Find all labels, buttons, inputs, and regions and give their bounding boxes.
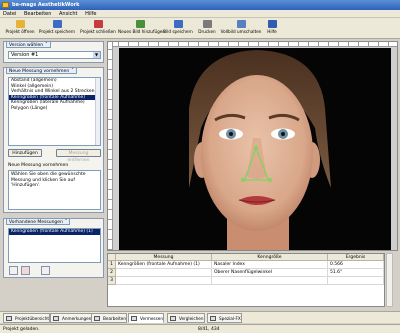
ruler-vertical xyxy=(108,42,113,250)
column-header-kenngroesse[interactable]: Kenngröße xyxy=(212,254,328,261)
menu-ansicht[interactable]: Ansicht xyxy=(56,10,80,18)
effects-icon xyxy=(210,316,216,321)
cursor-coordinates: 8/41, 434 xyxy=(198,327,220,332)
add-measurement-button[interactable]: Hinzufügen xyxy=(8,149,42,157)
list-item[interactable]: Verhältnis und Winkel aus 2 Strecken xyxy=(9,89,100,95)
collapse-icon: ˄ xyxy=(64,219,68,225)
measure-group-header[interactable]: Neue Messung vornehmen ˄ xyxy=(6,67,77,74)
face-photo[interactable] xyxy=(119,48,391,250)
window-titlebar: be-mags AesthetikWork xyxy=(0,0,400,10)
bottom-tabs: Projektübersicht Anmerkungen Bearbeiten … xyxy=(0,311,400,323)
version-group-header[interactable]: Version wählen ˄ xyxy=(6,41,51,48)
table-scrollbar[interactable] xyxy=(386,253,393,307)
new-measurement-group: Neue Messung vornehmen ˄ Abstand (allgeme… xyxy=(3,67,104,213)
help-icon xyxy=(267,20,277,28)
table-cell[interactable]: 0.566 xyxy=(328,261,384,269)
tab-anmerkungen[interactable]: Anmerkungen xyxy=(50,313,93,323)
scrollbar[interactable] xyxy=(95,78,100,145)
image-viewer[interactable] xyxy=(107,41,398,251)
table-corner xyxy=(108,254,116,261)
version-select[interactable]: Version #1 ▼ xyxy=(8,51,101,59)
save-image-icon xyxy=(173,20,183,28)
app-icon xyxy=(2,2,9,8)
help-text-box: Wählen Sie oben die gewünschte Messung u… xyxy=(8,170,101,210)
existing-measurements-list[interactable]: Kenngrößen (frontale Aufnahme) (1) xyxy=(8,228,101,263)
copy-icon[interactable] xyxy=(41,266,50,275)
table-cell[interactable]: Kenngrößen (frontale Aufnahme) (1) xyxy=(116,261,212,269)
menu-hilfe[interactable]: Hilfe xyxy=(82,10,99,18)
chevron-down-icon: ▼ xyxy=(93,52,100,58)
menu-datei[interactable]: Datei xyxy=(0,10,19,18)
delete-icon[interactable] xyxy=(21,266,30,275)
table-cell[interactable] xyxy=(116,269,212,277)
table-cell[interactable] xyxy=(116,277,212,285)
add-image-icon xyxy=(135,20,145,28)
face-photo-drawing xyxy=(189,50,331,250)
list-item-selected[interactable]: Kenngrößen (frontale Aufnahme) (1) xyxy=(9,229,100,235)
left-panel: Version wählen ˄ Version #1 ▼ Neue Messun… xyxy=(3,41,104,311)
save-project-button[interactable]: Projekt speichern xyxy=(38,20,76,37)
fullscreen-icon xyxy=(236,20,246,28)
column-header-ergebnis[interactable]: Ergebnis xyxy=(328,254,384,261)
ruler-horizontal xyxy=(108,42,397,47)
menu-bearbeiten[interactable]: Bearbeiten xyxy=(21,10,54,18)
existing-group-header[interactable]: Vorhandene Messungen ˄ xyxy=(6,218,71,225)
status-bar: Projekt geladen. 8/41, 434 xyxy=(0,324,400,333)
menu-bar: Datei Bearbeiten Ansicht Hilfe xyxy=(0,10,400,18)
compare-icon xyxy=(170,316,176,321)
row-number: 3 xyxy=(108,277,116,285)
results-table: Messung Kenngröße Ergebnis 1 Kenngrößen … xyxy=(107,253,385,307)
help-button[interactable]: Hilfe xyxy=(264,20,280,37)
tab-vergleichen[interactable]: Vergleichen xyxy=(167,313,205,323)
tab-spezial-fx[interactable]: Spezial-FX xyxy=(207,313,242,323)
save-image-button[interactable]: Bild speichern xyxy=(163,20,193,37)
print-button[interactable]: Drucken xyxy=(196,20,218,37)
folder-open-icon xyxy=(15,20,25,28)
overview-icon xyxy=(6,316,12,321)
tab-bearbeiten[interactable]: Bearbeiten xyxy=(91,313,128,323)
window-title: be-mags AesthetikWork xyxy=(12,2,80,8)
table-cell[interactable]: 51.6° xyxy=(328,269,384,277)
tab-vermessen[interactable]: Vermessen xyxy=(128,313,165,323)
table-cell[interactable] xyxy=(212,277,328,285)
add-image-button[interactable]: Neues Bild hinzufügen xyxy=(118,20,165,37)
fullscreen-button[interactable]: Vollbild umschalten xyxy=(220,20,262,37)
version-group: Version wählen ˄ Version #1 ▼ xyxy=(3,41,104,63)
list-item[interactable]: Polygon (Länge) xyxy=(9,106,100,112)
row-number: 2 xyxy=(108,269,116,277)
toolbar: Projekt öffnen Projekt speichern Projekt… xyxy=(0,18,400,39)
edit-icon xyxy=(94,316,100,321)
table-cell[interactable]: Nasaler Index xyxy=(212,261,328,269)
edit-icon[interactable] xyxy=(9,266,18,275)
column-header-messung[interactable]: Messung xyxy=(116,254,212,261)
table-cell[interactable] xyxy=(328,277,384,285)
remove-measurement-button[interactable]: Messung entfernen xyxy=(56,149,101,163)
close-project-button[interactable]: Projekt schließen xyxy=(78,20,118,37)
row-number: 1 xyxy=(108,261,116,269)
open-project-button[interactable]: Projekt öffnen xyxy=(4,20,36,37)
print-icon xyxy=(202,20,212,28)
notes-icon xyxy=(53,316,59,321)
existing-measurements-group: Vorhandene Messungen ˄ Kenngrößen (fronta… xyxy=(3,218,104,278)
save-icon xyxy=(52,20,62,28)
collapse-icon: ˄ xyxy=(45,42,48,48)
status-text: Projekt geladen. xyxy=(3,327,40,332)
measurement-type-list[interactable]: Abstand (allgemein) Winkel (allgemein) V… xyxy=(8,77,101,146)
table-cell[interactable]: Oberer Nasenflügelwinkel xyxy=(212,269,328,277)
help-heading: Neue Messung vornehmen xyxy=(8,163,69,168)
measure-icon xyxy=(131,316,137,321)
close-icon xyxy=(93,20,103,28)
tab-projektuebersicht[interactable]: Projektübersicht xyxy=(3,313,51,323)
collapse-icon: ˄ xyxy=(71,68,74,74)
